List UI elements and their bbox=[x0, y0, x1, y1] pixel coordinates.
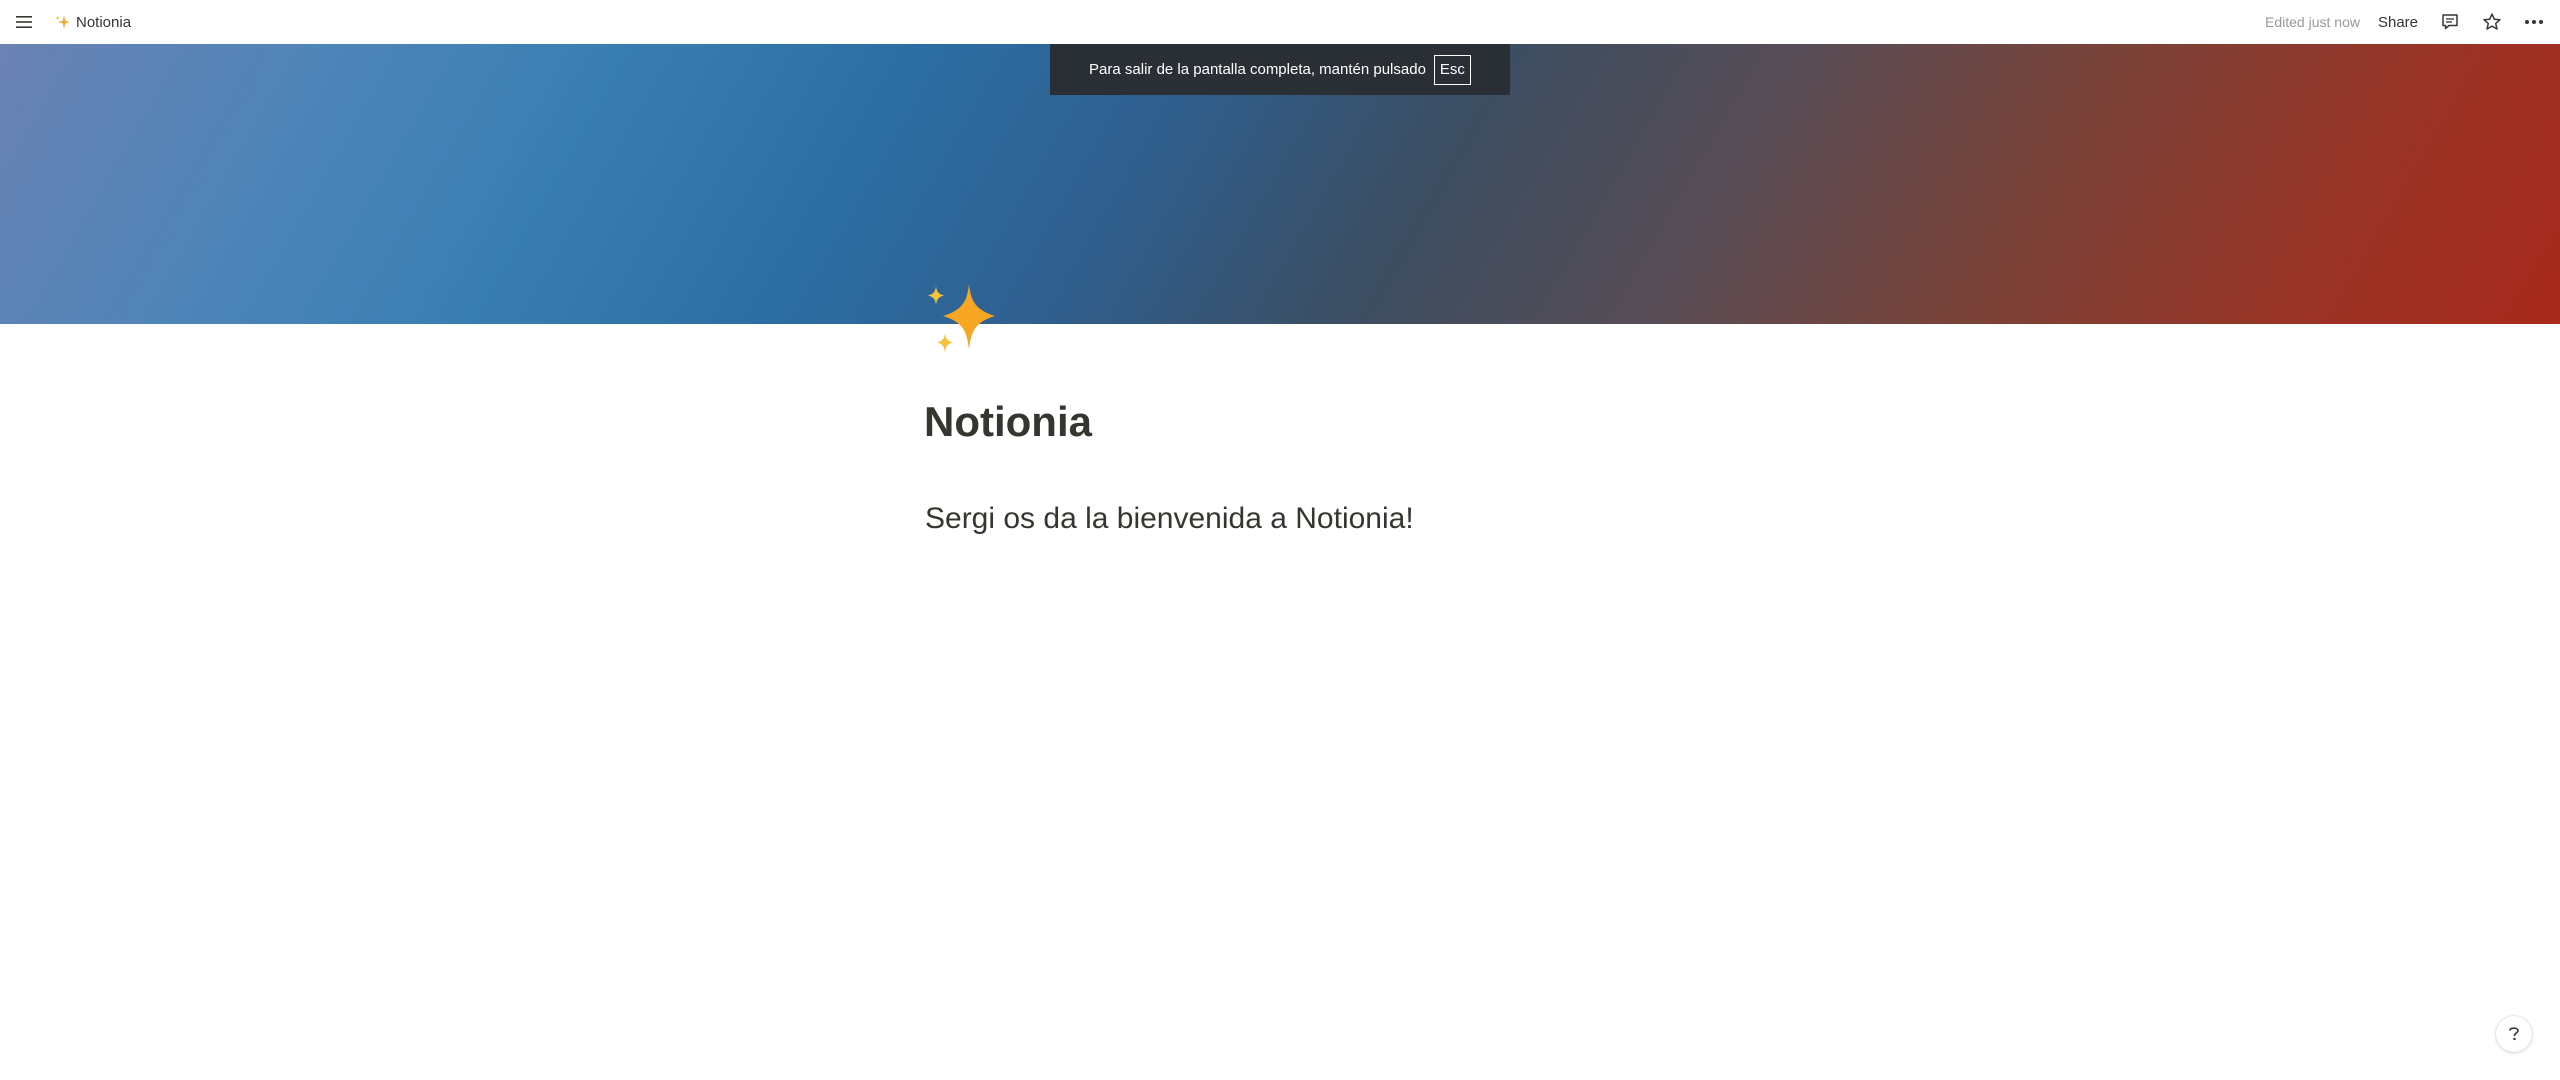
star-icon bbox=[2483, 13, 2501, 30]
breadcrumb-page-title: Notionia bbox=[76, 13, 132, 31]
help-button[interactable] bbox=[2496, 1016, 2532, 1052]
edited-status: Edited just now bbox=[2265, 14, 2360, 30]
breadcrumb[interactable]: Notionia bbox=[48, 8, 137, 36]
fullscreen-notice-text: Para salir de la pantalla completa, mant… bbox=[1089, 61, 1426, 78]
sidebar-menu-button[interactable] bbox=[12, 10, 36, 34]
sparkles-icon bbox=[55, 15, 70, 29]
more-options-button[interactable] bbox=[2520, 8, 2548, 36]
heading-block[interactable]: Sergi os da la bienvenida a Notionia! bbox=[925, 502, 1414, 536]
comment-icon bbox=[2442, 14, 2458, 30]
sparkles-icon bbox=[928, 284, 995, 353]
top-bar: Notionia Edited just now Share bbox=[0, 0, 2560, 44]
page-title[interactable]: Notionia bbox=[924, 398, 1092, 446]
hamburger-icon bbox=[16, 16, 32, 28]
topbar-actions: Edited just now Share bbox=[2265, 8, 2548, 36]
fullscreen-exit-notice: Para salir de la pantalla completa, mant… bbox=[1050, 44, 1510, 95]
share-button[interactable]: Share bbox=[2374, 14, 2422, 31]
comments-button[interactable] bbox=[2436, 8, 2464, 36]
more-horizontal-icon bbox=[2525, 20, 2543, 24]
page-icon[interactable] bbox=[920, 280, 1004, 364]
esc-key-badge: Esc bbox=[1433, 54, 1471, 85]
help-icon bbox=[2509, 1027, 2519, 1041]
favorite-button[interactable] bbox=[2478, 8, 2506, 36]
